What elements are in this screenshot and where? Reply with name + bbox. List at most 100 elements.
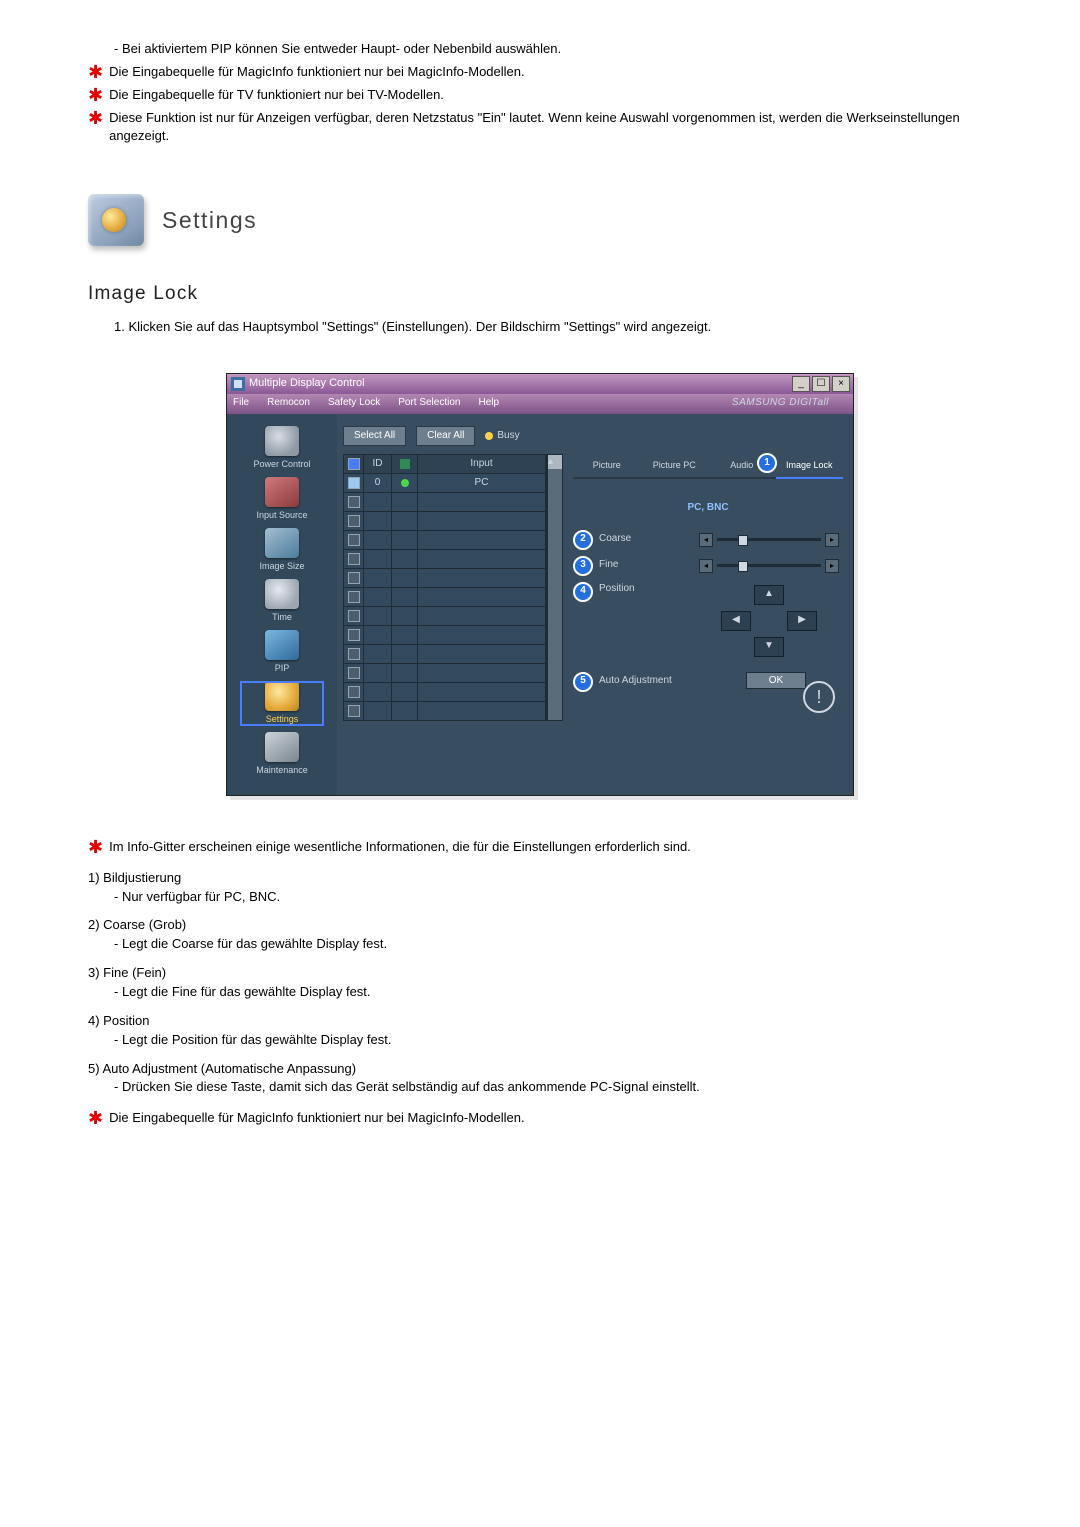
sidebar-item-maintenance[interactable]: Maintenance <box>240 732 324 777</box>
coarse-label: Coarse <box>599 532 695 547</box>
table-row[interactable] <box>344 625 546 644</box>
sidebar-label: Time <box>240 611 324 624</box>
slider-thumb[interactable] <box>738 535 748 546</box>
tab-image-lock[interactable]: Image Lock <box>776 454 844 479</box>
sidebar-label: Settings <box>240 713 324 726</box>
minimize-button[interactable]: _ <box>792 376 810 392</box>
fine-slider[interactable]: ◂ ▸ <box>695 559 843 573</box>
section-heading: Settings <box>88 194 992 246</box>
menu-port-selection[interactable]: Port Selection <box>398 396 460 411</box>
tab-picture-pc[interactable]: Picture PC <box>641 454 709 479</box>
scroll-up-icon[interactable]: ▴ <box>548 455 562 469</box>
maximize-button[interactable]: ☐ <box>812 376 830 392</box>
checkbox-icon[interactable] <box>348 534 360 546</box>
checkbox-icon[interactable] <box>348 686 360 698</box>
clear-all-button[interactable]: Clear All <box>416 426 475 447</box>
sidebar-item-power-control[interactable]: Power Control <box>240 426 324 471</box>
checkbox-icon[interactable] <box>348 496 360 508</box>
list-item: 5) Auto Adjustment (Automatische Anpassu… <box>88 1060 992 1098</box>
ok-button[interactable]: OK <box>746 672 806 689</box>
position-left-button[interactable]: ◀ <box>721 611 751 631</box>
checkbox-icon[interactable] <box>348 591 360 603</box>
menu-safety-lock[interactable]: Safety Lock <box>328 396 380 411</box>
mdc-window: Multiple Display Control _ ☐ × File Remo… <box>226 373 854 796</box>
checkbox-icon[interactable] <box>348 572 360 584</box>
sidebar-item-pip[interactable]: PIP <box>240 630 324 675</box>
table-row[interactable] <box>344 568 546 587</box>
position-up-button[interactable]: ▲ <box>754 585 784 605</box>
settings-cube-icon <box>88 194 144 246</box>
table-row[interactable] <box>344 606 546 625</box>
list-item: 4) Position - Legt die Position für das … <box>88 1012 992 1050</box>
coarse-slider[interactable]: ◂ ▸ <box>695 533 843 547</box>
busy-dot-icon <box>485 432 493 440</box>
busy-indicator: Busy <box>485 429 519 444</box>
menubar: File Remocon Safety Lock Port Selection … <box>227 394 853 414</box>
checkbox-icon[interactable] <box>348 553 360 565</box>
list-sub: - Legt die Fine für das gewählte Display… <box>88 983 992 1002</box>
note-text: Die Eingabequelle für MagicInfo funktion… <box>109 1109 525 1128</box>
slider-left-button[interactable]: ◂ <box>699 559 713 573</box>
row-id: 0 <box>364 474 392 492</box>
sidebar-item-time[interactable]: Time <box>240 579 324 624</box>
table-row[interactable] <box>344 492 546 511</box>
checkbox-icon[interactable] <box>348 629 360 641</box>
list-head: 3) Fine (Fein) <box>88 964 992 983</box>
sidebar-item-settings[interactable]: Settings <box>240 681 324 726</box>
checkbox-checked-icon <box>348 458 360 470</box>
table-row[interactable] <box>344 701 546 720</box>
list-item: 2) Coarse (Grob) - Legt die Coarse für d… <box>88 916 992 954</box>
fine-label: Fine <box>599 558 695 573</box>
slider-right-button[interactable]: ▸ <box>825 533 839 547</box>
list-item: 3) Fine (Fein) - Legt die Fine für das g… <box>88 964 992 1002</box>
menu-file[interactable]: File <box>233 396 249 411</box>
info-icon[interactable]: ! <box>803 681 835 713</box>
status-dot-icon <box>401 479 409 487</box>
checkbox-icon[interactable] <box>348 705 360 717</box>
badge-5: 5 <box>573 672 593 692</box>
table-row[interactable]: 0 PC <box>344 473 546 492</box>
star-icon: ✱ <box>88 109 103 127</box>
star-icon: ✱ <box>88 63 103 81</box>
table-row[interactable] <box>344 644 546 663</box>
note-text: Diese Funktion ist nur für Anzeigen verf… <box>109 109 992 147</box>
window-title: Multiple Display Control <box>249 376 365 392</box>
row-check[interactable] <box>344 474 364 492</box>
checkbox-icon[interactable] <box>348 667 360 679</box>
sidebar-label: Power Control <box>240 458 324 471</box>
subheading-image-lock: Image Lock <box>88 280 992 308</box>
grid-scrollbar[interactable]: ▴ <box>547 454 563 721</box>
checkbox-icon[interactable] <box>348 610 360 622</box>
position-down-button[interactable]: ▼ <box>754 637 784 657</box>
table-row[interactable] <box>344 663 546 682</box>
sidebar-item-input-source[interactable]: Input Source <box>240 477 324 522</box>
grid-header-check[interactable] <box>344 455 364 473</box>
menu-help[interactable]: Help <box>478 396 499 411</box>
slider-right-button[interactable]: ▸ <box>825 559 839 573</box>
bottom-note: ✱ Die Eingabequelle für MagicInfo funkti… <box>88 1109 992 1128</box>
step-1: 1. Klicken Sie auf das Hauptsymbol "Sett… <box>88 318 992 337</box>
sidebar-item-image-size[interactable]: Image Size <box>240 528 324 573</box>
pip-icon <box>265 630 299 660</box>
table-row[interactable] <box>344 511 546 530</box>
list-head: 1) Bildjustierung <box>88 869 992 888</box>
slider-thumb[interactable] <box>738 561 748 572</box>
checkbox-icon[interactable] <box>348 648 360 660</box>
table-row[interactable] <box>344 549 546 568</box>
table-row[interactable] <box>344 682 546 701</box>
table-row[interactable] <box>344 587 546 606</box>
slider-left-button[interactable]: ◂ <box>699 533 713 547</box>
sidebar: Power Control Input Source Image Size Ti… <box>227 414 337 795</box>
slider-track[interactable] <box>717 564 821 567</box>
menu-remocon[interactable]: Remocon <box>267 396 310 411</box>
slider-track[interactable] <box>717 538 821 541</box>
checkbox-icon[interactable] <box>348 515 360 527</box>
tab-picture[interactable]: Picture <box>573 454 641 479</box>
close-button[interactable]: × <box>832 376 850 392</box>
row-coarse: 2 Coarse ◂ ▸ <box>573 530 843 550</box>
position-right-button[interactable]: ▶ <box>787 611 817 631</box>
list-head: 4) Position <box>88 1012 992 1031</box>
table-row[interactable] <box>344 530 546 549</box>
brand-label: SAMSUNG DIGITall <box>732 396 829 411</box>
select-all-button[interactable]: Select All <box>343 426 406 447</box>
